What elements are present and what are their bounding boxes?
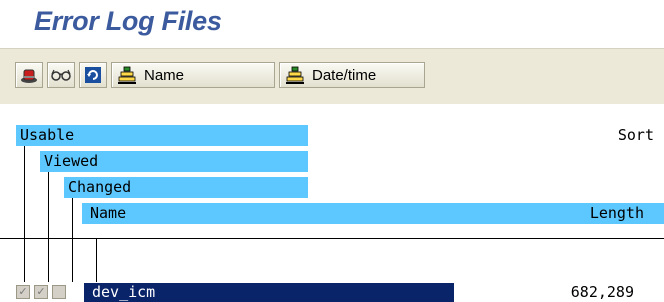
viewed-checkbox[interactable]: ✓ — [34, 285, 48, 299]
refresh-icon — [85, 67, 101, 83]
header-divider — [0, 238, 664, 239]
sort-by-name-label: Name — [144, 66, 185, 84]
column-header-usable[interactable]: Usable — [16, 125, 308, 146]
changed-checkbox[interactable] — [52, 285, 66, 299]
tree-line — [72, 198, 73, 282]
tree-line — [24, 146, 25, 282]
column-header-name[interactable]: Name Length — [82, 203, 664, 224]
sort-by-datetime-label: Date/time — [312, 66, 377, 84]
column-header-sort[interactable]: Sort — [618, 125, 654, 146]
glasses-button[interactable] — [47, 62, 75, 88]
tree-line — [48, 172, 49, 282]
tree-line — [96, 238, 97, 282]
table-row[interactable]: dev_icm — [84, 283, 454, 302]
refresh-button[interactable] — [79, 62, 107, 88]
sort-ascending-icon — [118, 66, 136, 84]
column-header-changed[interactable]: Changed — [64, 177, 308, 198]
page-title: Error Log Files — [34, 6, 222, 36]
hat-icon — [21, 69, 37, 83]
file-name: dev_icm — [92, 283, 156, 301]
sort-ascending-icon — [286, 66, 304, 84]
glasses-icon — [51, 69, 71, 81]
column-header-viewed[interactable]: Viewed — [40, 151, 308, 172]
usable-checkbox[interactable]: ✓ — [16, 285, 30, 299]
column-header-length[interactable]: Length — [590, 203, 644, 224]
file-length: 682,289 — [570, 283, 634, 301]
sort-by-datetime-button[interactable]: Date/time — [279, 62, 425, 88]
sort-by-name-button[interactable]: Name — [111, 62, 275, 88]
display-button[interactable] — [15, 62, 43, 88]
